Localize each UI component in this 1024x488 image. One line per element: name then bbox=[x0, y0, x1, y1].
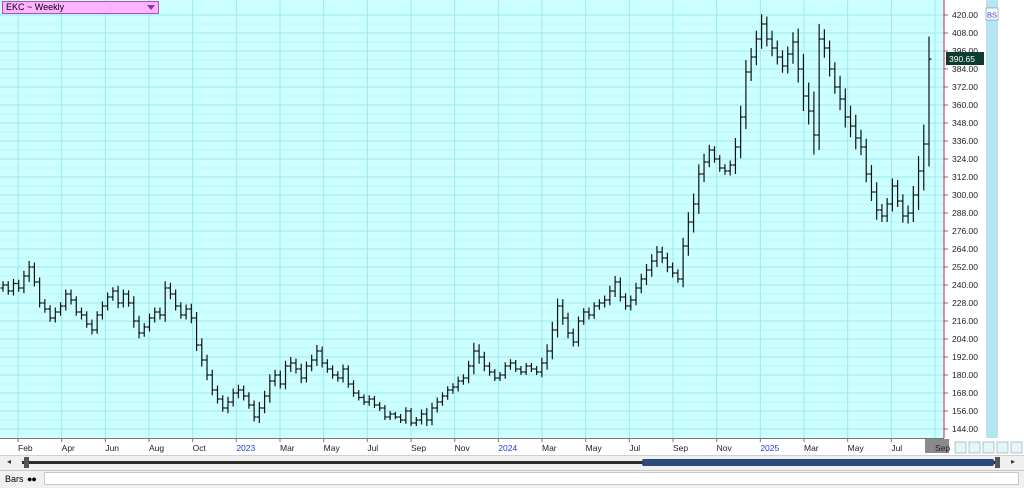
time-label: Sep bbox=[411, 443, 426, 453]
price-label: 360.00 bbox=[952, 100, 978, 110]
time-label: 2024 bbox=[498, 443, 517, 453]
price-label: 144.00 bbox=[952, 424, 978, 434]
price-label: 180.00 bbox=[952, 370, 978, 380]
price-label: 288.00 bbox=[952, 208, 978, 218]
time-label: Nov bbox=[717, 443, 733, 453]
price-label: 156.00 bbox=[952, 406, 978, 416]
price-label: 384.00 bbox=[952, 64, 978, 74]
time-label: Jul bbox=[891, 443, 902, 453]
time-axis[interactable]: Feb Apr Jun Aug Oct 2023 Mar May Jul Sep Nov 2024 Ma… bbox=[0, 438, 1023, 455]
price-label: 324.00 bbox=[952, 154, 978, 164]
time-label: May bbox=[324, 443, 341, 453]
price-label: 168.00 bbox=[952, 388, 978, 398]
bars-field[interactable] bbox=[44, 472, 1019, 485]
time-label: Mar bbox=[804, 443, 819, 453]
nav-button bbox=[968, 441, 981, 454]
scroll-start-handle[interactable] bbox=[24, 457, 29, 468]
scroll-thumb[interactable] bbox=[642, 459, 994, 466]
scroll-right-icon[interactable]: ▸ bbox=[1011, 457, 1015, 466]
last-price-value: 390.65 bbox=[949, 54, 975, 64]
time-label: Mar bbox=[542, 443, 557, 453]
time-label: Sep bbox=[673, 443, 688, 453]
time-axis-bg bbox=[0, 438, 944, 455]
nav-button bbox=[954, 441, 967, 454]
price-label: 192.00 bbox=[952, 352, 978, 362]
time-label: Sep bbox=[935, 443, 950, 453]
time-label: Jul bbox=[367, 443, 378, 453]
price-label: 240.00 bbox=[952, 280, 978, 290]
time-label: Jul bbox=[629, 443, 640, 453]
price-label: 252.00 bbox=[952, 262, 978, 272]
right-side-panel bbox=[986, 0, 998, 438]
price-label: 348.00 bbox=[952, 118, 978, 128]
nav-button bbox=[996, 441, 1009, 454]
symbol-label: EKC ~ Weekly bbox=[6, 2, 65, 12]
last-price-tag: 390.65 bbox=[946, 52, 984, 66]
time-label: Nov bbox=[455, 443, 471, 453]
time-label: May bbox=[586, 443, 603, 453]
nav-button bbox=[982, 441, 995, 454]
time-label: Apr bbox=[62, 443, 75, 453]
bars-label: Bars bbox=[5, 474, 24, 484]
time-label: Feb bbox=[18, 443, 33, 453]
price-label: 336.00 bbox=[952, 136, 978, 146]
plot-background bbox=[0, 0, 944, 438]
binoculars-icon[interactable]: ●● bbox=[27, 474, 37, 484]
nav-button bbox=[1010, 441, 1023, 454]
time-label: Oct bbox=[193, 443, 207, 453]
time-label: Aug bbox=[149, 443, 164, 453]
price-label: 408.00 bbox=[952, 28, 978, 38]
bottom-toolbar: Bars ●● bbox=[0, 470, 1024, 488]
symbol-selector[interactable]: EKC ~ Weekly bbox=[2, 1, 159, 14]
chart-scrollbar[interactable]: ◂ ▸ bbox=[0, 455, 1024, 470]
bs-badge-label: BS bbox=[987, 11, 997, 20]
time-label: Mar bbox=[280, 443, 295, 453]
price-label: 204.00 bbox=[952, 334, 978, 344]
scroll-end-handle[interactable] bbox=[995, 457, 1000, 468]
time-label: May bbox=[848, 443, 865, 453]
time-label: 2023 bbox=[236, 443, 255, 453]
scroll-left-icon[interactable]: ◂ bbox=[7, 457, 11, 466]
dropdown-arrow-icon bbox=[147, 5, 155, 10]
price-label: 312.00 bbox=[952, 172, 978, 182]
price-label: 228.00 bbox=[952, 298, 978, 308]
price-label: 300.00 bbox=[952, 190, 978, 200]
chart-canvas[interactable]: 420.00408.00396.00384.00372.00360.00348.… bbox=[0, 0, 1024, 455]
price-label: 216.00 bbox=[952, 316, 978, 326]
price-label: 420.00 bbox=[952, 10, 978, 20]
chart-area[interactable]: 420.00 408.00 396.00 384.00 372.00 360.00 348.… bbox=[0, 0, 1024, 488]
price-label: 372.00 bbox=[952, 82, 978, 92]
time-label: Jun bbox=[105, 443, 119, 453]
price-label: 276.00 bbox=[952, 226, 978, 236]
price-label: 264.00 bbox=[952, 244, 978, 254]
time-label: 2025 bbox=[760, 443, 779, 453]
